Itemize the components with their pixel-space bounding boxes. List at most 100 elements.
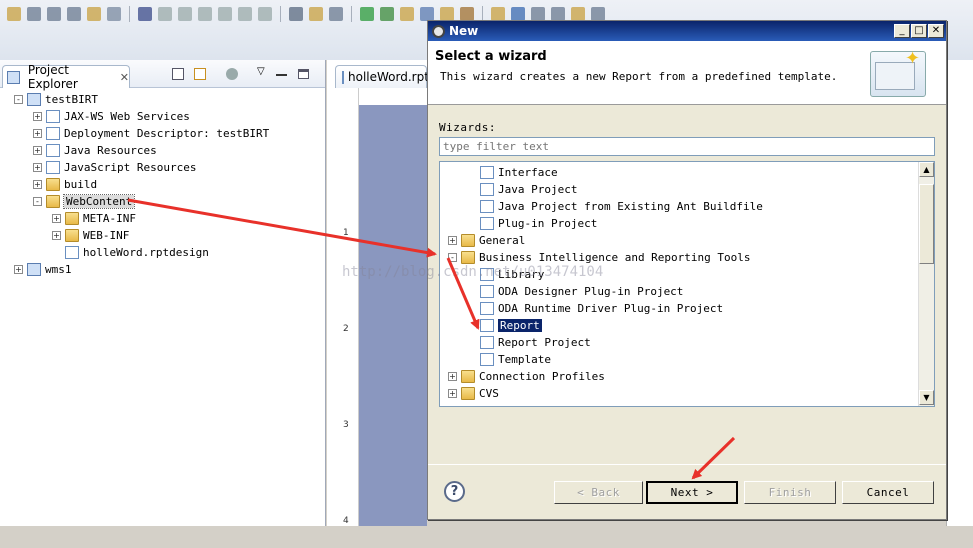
- collapse-icon[interactable]: -: [14, 95, 23, 104]
- help-icon[interactable]: ?: [444, 481, 465, 502]
- explorer-tree-item[interactable]: + JAX-WS Web Services: [33, 108, 190, 125]
- rptdesign-file-icon: [65, 246, 79, 259]
- toolbar-button-icon[interactable]: [380, 7, 394, 21]
- collapse-all-icon[interactable]: [172, 68, 184, 80]
- explorer-tree-item[interactable]: - testBIRT: [14, 91, 98, 108]
- back-button[interactable]: < Back: [554, 481, 643, 504]
- expand-icon[interactable]: +: [33, 112, 42, 121]
- toolbar-button-icon[interactable]: [289, 7, 303, 21]
- close-icon[interactable]: ✕: [120, 71, 129, 84]
- wizard-list-item[interactable]: Library: [467, 266, 544, 283]
- focus-icon[interactable]: [226, 68, 238, 80]
- explorer-tree-item[interactable]: - WebContent: [33, 193, 136, 210]
- wizard-list-item[interactable]: Java Project from Existing Ant Buildfile: [467, 198, 763, 215]
- ruler-number: 3: [343, 420, 349, 430]
- rptdesign-file-icon: [342, 70, 344, 84]
- toolbar-button-icon[interactable]: [460, 7, 474, 21]
- explorer-tree-item[interactable]: + wms1: [14, 261, 72, 278]
- toolbar-button-icon[interactable]: [309, 7, 323, 21]
- eclipse-icon: [432, 24, 445, 38]
- toolbar-button-icon[interactable]: [531, 7, 545, 21]
- view-menu-icon[interactable]: ▽: [257, 66, 265, 77]
- toolbar-button-icon[interactable]: [591, 7, 605, 21]
- wizard-list-item[interactable]: - Business Intelligence and Reporting Too…: [448, 249, 751, 266]
- wizard-list-item[interactable]: + General: [448, 232, 525, 249]
- expand-icon[interactable]: +: [52, 231, 61, 240]
- java-resources-icon: [46, 144, 60, 157]
- java-project-icon: [480, 183, 494, 196]
- wizard-list-item[interactable]: Report: [467, 317, 542, 334]
- toolbar-button-icon[interactable]: [198, 7, 212, 21]
- collapse-icon[interactable]: -: [448, 253, 457, 262]
- toolbar-button-icon[interactable]: [571, 7, 585, 21]
- maximize-button[interactable]: □: [911, 24, 927, 38]
- wizard-list-item[interactable]: Interface: [467, 164, 558, 181]
- toolbar-button-icon[interactable]: [491, 7, 505, 21]
- explorer-tree-item[interactable]: holleWord.rptdesign: [52, 244, 209, 261]
- explorer-tree-item[interactable]: + JavaScript Resources: [33, 159, 196, 176]
- minimize-icon[interactable]: [276, 74, 287, 76]
- toolbar-button-icon[interactable]: [158, 7, 172, 21]
- toolbar-button-icon[interactable]: [511, 7, 525, 21]
- toolbar-button-icon[interactable]: [238, 7, 252, 21]
- wizard-list-item[interactable]: ODA Designer Plug-in Project: [467, 283, 683, 300]
- wizard-list-item[interactable]: + Connection Profiles: [448, 368, 605, 385]
- toolbar-button-icon[interactable]: [329, 7, 343, 21]
- toolbar-button-icon[interactable]: [7, 7, 21, 21]
- explorer-tree-item[interactable]: + Java Resources: [33, 142, 157, 159]
- expand-icon[interactable]: +: [33, 180, 42, 189]
- close-button[interactable]: ✕: [928, 24, 944, 38]
- tab-holleword-editor[interactable]: holleWord.rpt: [335, 65, 429, 88]
- toolbar-button-icon[interactable]: [551, 7, 565, 21]
- tab-project-explorer[interactable]: Project Explorer ✕: [2, 63, 130, 91]
- maximize-icon[interactable]: [298, 69, 309, 79]
- toolbar-button-icon[interactable]: [258, 7, 272, 21]
- link-with-editor-icon[interactable]: [194, 68, 206, 80]
- wizard-list-item[interactable]: + CVS: [448, 385, 499, 402]
- dialog-titlebar[interactable]: New _ □ ✕: [428, 21, 946, 41]
- toolbar-button-icon[interactable]: [360, 7, 374, 21]
- toolbar-button-icon[interactable]: [87, 7, 101, 21]
- toolbar-button-icon[interactable]: [400, 7, 414, 21]
- toolbar-button-icon[interactable]: [138, 7, 152, 21]
- toolbar-button-icon[interactable]: [218, 7, 232, 21]
- expand-icon[interactable]: +: [33, 146, 42, 155]
- scroll-up-arrow-icon[interactable]: ▲: [919, 162, 934, 177]
- expand-icon[interactable]: +: [33, 163, 42, 172]
- explorer-tree-item[interactable]: + WEB-INF: [52, 227, 129, 244]
- explorer-tree-item[interactable]: + Deployment Descriptor: testBIRT: [33, 125, 269, 142]
- expand-icon[interactable]: +: [448, 372, 457, 381]
- wizard-list-item[interactable]: Template: [467, 351, 551, 368]
- tree-item-label: CVS: [479, 387, 499, 400]
- expand-icon[interactable]: +: [14, 265, 23, 274]
- next-button[interactable]: Next >: [646, 481, 738, 504]
- wizard-list-item[interactable]: Report Project: [467, 334, 591, 351]
- toolbar-button-icon[interactable]: [420, 7, 434, 21]
- expand-icon[interactable]: +: [52, 214, 61, 223]
- explorer-tree-item[interactable]: + META-INF: [52, 210, 136, 227]
- toolbar-button-icon[interactable]: [27, 7, 41, 21]
- filter-input[interactable]: [439, 137, 935, 156]
- expand-icon[interactable]: +: [448, 389, 457, 398]
- scroll-down-arrow-icon[interactable]: ▼: [919, 390, 934, 405]
- collapse-icon[interactable]: -: [33, 197, 42, 206]
- toolbar-button-icon[interactable]: [47, 7, 61, 21]
- expand-icon[interactable]: +: [33, 129, 42, 138]
- folder-icon: [461, 234, 475, 247]
- toolbar-button-icon[interactable]: [178, 7, 192, 21]
- toolbar-button-icon[interactable]: [440, 7, 454, 21]
- webservice-icon: [46, 110, 60, 123]
- wizard-tree-scrollbar[interactable]: ▲ ▼: [918, 162, 934, 406]
- toolbar-button-icon[interactable]: [67, 7, 81, 21]
- scroll-thumb[interactable]: [919, 184, 934, 264]
- minimize-button[interactable]: _: [894, 24, 910, 38]
- folder-icon: [46, 178, 60, 191]
- explorer-tree-item[interactable]: + build: [33, 176, 97, 193]
- wizard-list-item[interactable]: Plug-in Project: [467, 215, 597, 232]
- wizard-list-item[interactable]: Java Project: [467, 181, 577, 198]
- expand-icon[interactable]: +: [448, 236, 457, 245]
- toolbar-button-icon[interactable]: [107, 7, 121, 21]
- wizard-list-item[interactable]: ODA Runtime Driver Plug-in Project: [467, 300, 723, 317]
- finish-button[interactable]: Finish: [744, 481, 836, 504]
- cancel-button[interactable]: Cancel: [842, 481, 934, 504]
